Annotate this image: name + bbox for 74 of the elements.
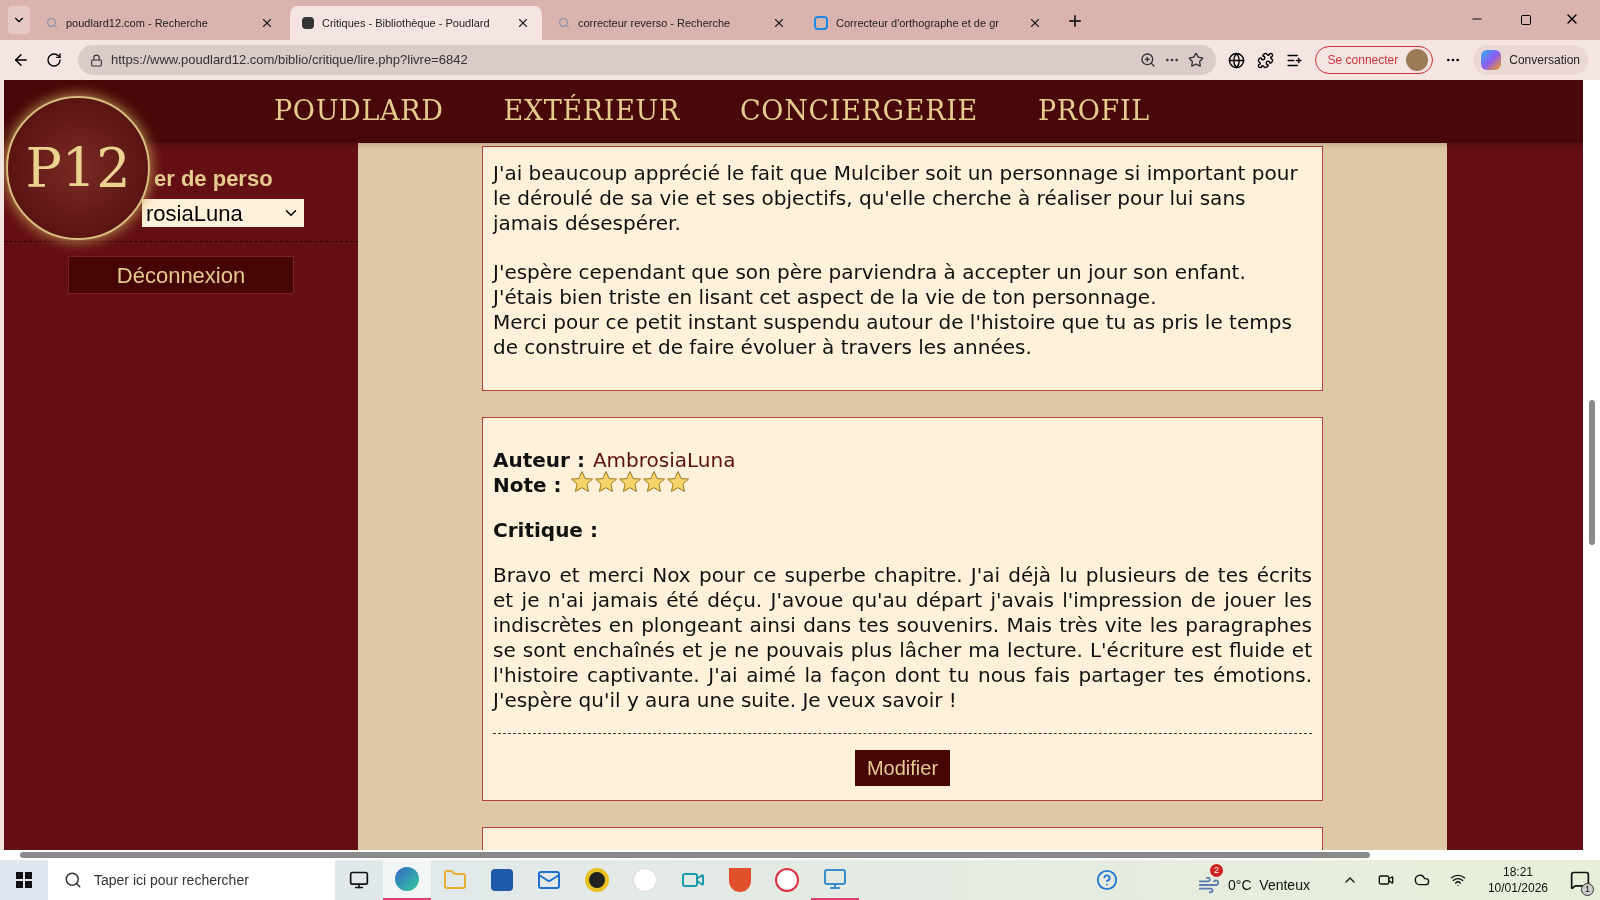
notification-count: 1 <box>1581 883 1594 896</box>
browser-taskbar-icon[interactable] <box>383 860 431 900</box>
search-icon <box>558 17 570 29</box>
vertical-scrollbar[interactable] <box>1583 80 1600 850</box>
search-icon <box>46 17 58 29</box>
close-icon[interactable] <box>772 16 786 30</box>
extensions-icon[interactable] <box>1256 51 1274 69</box>
rating-label: Note : <box>493 473 562 498</box>
windows-logo-icon <box>16 872 32 888</box>
star-icon <box>641 469 666 494</box>
logout-button[interactable]: Déconnexion <box>68 256 294 294</box>
edit-button[interactable]: Modifier <box>854 750 951 786</box>
wifi-icon[interactable] <box>1449 872 1466 888</box>
close-icon[interactable] <box>260 16 274 30</box>
author-label: Auteur : <box>493 448 585 473</box>
nav-link[interactable]: EXTÉRIEUR <box>503 91 681 132</box>
back-icon[interactable] <box>12 51 30 69</box>
maximize-icon[interactable] <box>1520 14 1532 26</box>
tab-title: poudlard12.com - Recherche <box>66 15 209 31</box>
app-logo-icon <box>814 16 828 30</box>
media-app-icon[interactable] <box>585 868 609 892</box>
star-icon <box>617 469 642 494</box>
clock[interactable]: 18:21 10/01/2026 <box>1487 864 1548 896</box>
store-icon[interactable] <box>491 869 513 891</box>
address-bar[interactable]: https://www.poudlard12.com/biblio/critique/lire.php?livre=6842 <box>78 45 1216 75</box>
copilot-logo-icon <box>1481 50 1502 70</box>
camera-icon[interactable] <box>1377 872 1394 888</box>
avatar-icon <box>1406 49 1429 71</box>
nav-link[interactable]: PROFIL <box>1037 91 1150 132</box>
tab-title: Critiques - Bibliothèque - Poudlard <box>322 15 491 31</box>
horizontal-scrollbar[interactable] <box>0 850 1600 860</box>
nav-link[interactable]: CONCIERGERIE <box>740 91 978 132</box>
browser-tab[interactable]: correcteur reverso - Recherche <box>546 6 798 40</box>
nav-link[interactable]: POUDLARD <box>274 91 444 132</box>
character-select[interactable]: rosiaLuna <box>142 199 304 227</box>
author-name: AmbrosiaLuna <box>592 448 736 473</box>
tab-list-button[interactable] <box>8 6 30 34</box>
wind-icon <box>1198 874 1221 896</box>
url-text: https://www.poudlard12.com/biblio/critique/lire.php?livre=6842 <box>111 51 469 70</box>
globe-icon[interactable] <box>1227 51 1245 69</box>
sidebar-heading: er de perso <box>154 165 274 193</box>
search-icon <box>64 871 82 889</box>
review-text: J'espère cependant que son père parviendra à accepter un jour son enfant. J'étais bien triste en lisant cet aspect de la vie de ton personnage. Merci pour ce petit instant suspendu autour de l'histoire que tu as pris le temps de construire et de faire évoluer à travers les années. <box>493 260 1293 360</box>
tab-title: correcteur reverso - Recherche <box>578 15 732 31</box>
star-icon <box>665 469 690 494</box>
copilot-button[interactable]: Conversation <box>1473 45 1588 75</box>
close-icon[interactable] <box>516 16 530 30</box>
star-icon <box>569 469 594 494</box>
help-icon[interactable] <box>1096 869 1119 891</box>
review-text: J'ai beaucoup apprécié le fait que Mulciber soit un personnage si important pour le déroulé de sa vie et ses objectifs, qu'elle cherche à réaliser pour lui sans jamais désespérer. <box>493 161 1299 236</box>
site-logo-icon <box>302 17 314 29</box>
lock-icon <box>90 53 103 67</box>
close-icon[interactable] <box>1028 16 1042 30</box>
star-icon <box>593 469 618 494</box>
app-icon[interactable] <box>775 868 799 892</box>
zoom-icon[interactable] <box>1139 52 1156 68</box>
taskbar-search-field[interactable]: Taper ici pour rechercher <box>48 860 335 900</box>
browser-tab[interactable]: poudlard12.com - Recherche <box>34 6 286 40</box>
cloud-icon[interactable] <box>1413 872 1430 888</box>
message-icon <box>1570 870 1590 890</box>
weather-badge: 2 <box>1210 864 1224 877</box>
weather-widget[interactable]: 2 0°C Venteux <box>1198 862 1310 898</box>
favorite-star-icon[interactable] <box>1187 52 1204 68</box>
task-view-icon[interactable] <box>349 870 369 890</box>
tab-title: Correcteur d'orthographe et de gr <box>836 15 1000 31</box>
shield-app-icon[interactable] <box>729 868 751 892</box>
new-tab-icon[interactable] <box>1066 12 1084 30</box>
reload-icon[interactable] <box>46 52 62 68</box>
browser-tab[interactable]: Critiques - Bibliothèque - Poudlard <box>290 6 542 40</box>
notifications-button[interactable]: 1 <box>1560 860 1600 900</box>
critique-label: Critique : <box>493 518 599 543</box>
mail-icon[interactable] <box>537 868 561 892</box>
browser-tab[interactable]: Correcteur d'orthographe et de gr <box>802 6 1054 40</box>
review-text: Bravo et merci Nox pour ce superbe chapitre. J'ai déjà lu plusieurs de tes écrits et je n'ai jamais été déçu. J'avoue qu'au départ j'avais l'impression de jouer les indiscrètes en plongeant ainsi dans tes souvenirs. Mais très vite les paragraphes se sont enchaînés et je ne pouvais plus lâcher ma lecture. L'écriture est fluide et l'histoire captivante. J'ai aimé la façon dont tu nous fais partager tes émotions. J'espère qu'il y aura une suite. Je veux savoir ! <box>493 563 1312 713</box>
